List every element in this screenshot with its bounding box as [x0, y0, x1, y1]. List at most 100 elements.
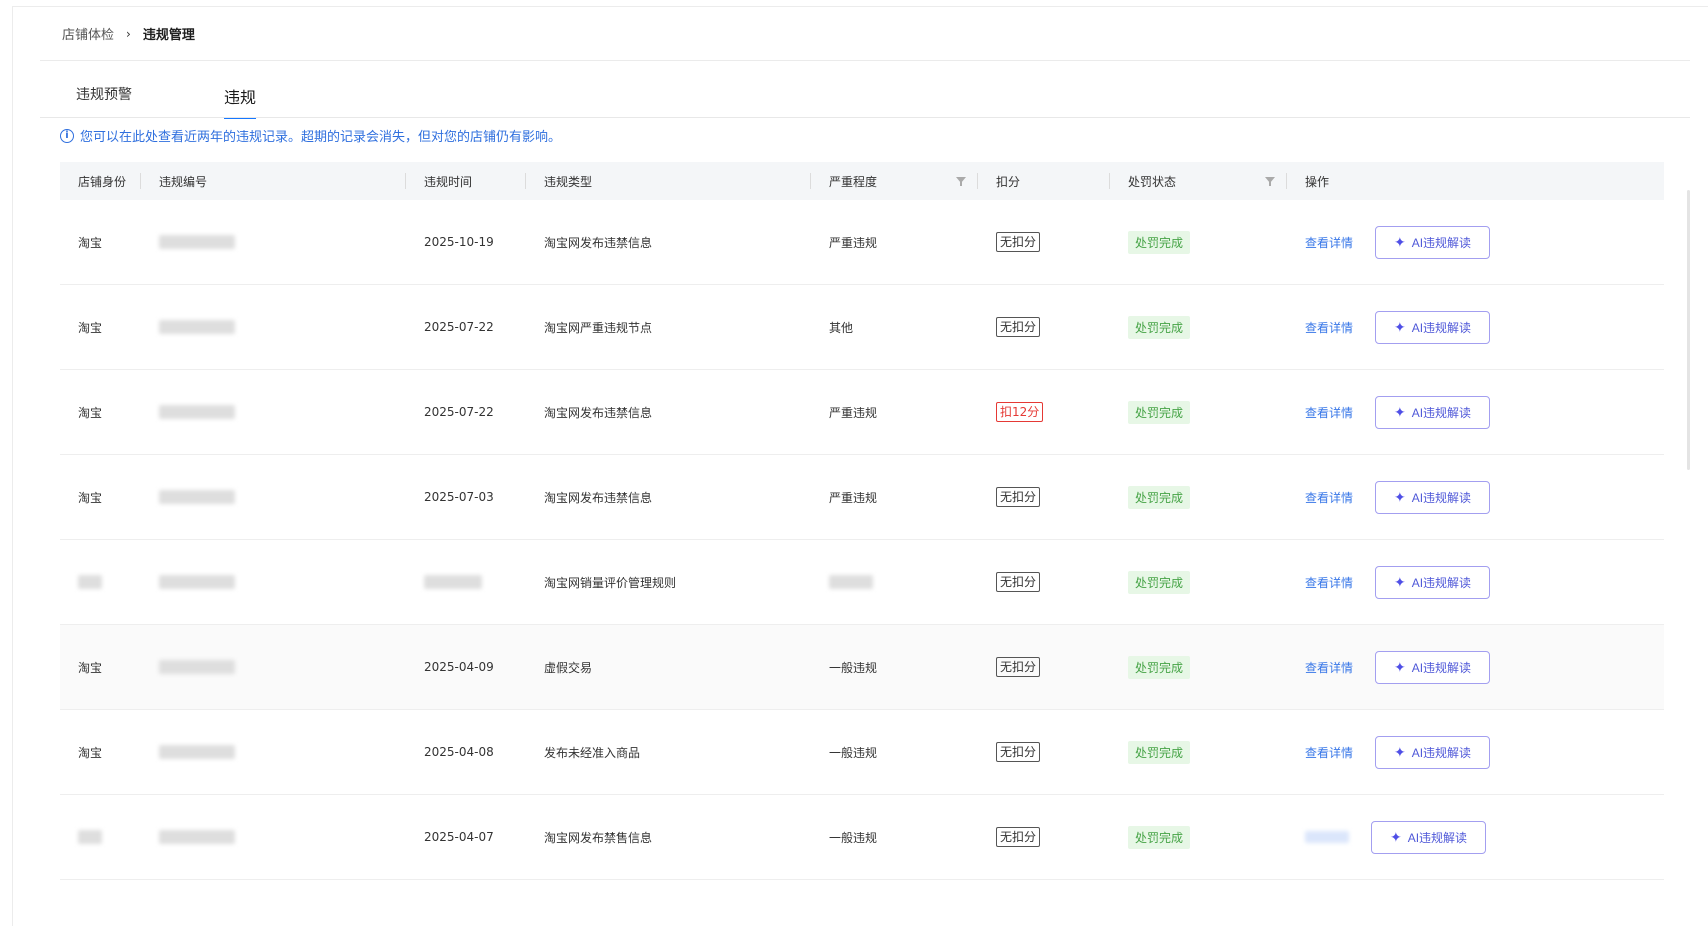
severity-text: 一般违规 [829, 745, 878, 760]
deduct-badge: 无扣分 [996, 657, 1041, 677]
filter-icon[interactable] [1265, 177, 1275, 186]
table-row: 淘宝 2025-04-08 发布未经准入商品 一般违规 无扣分 处罚完成 查看详… [60, 710, 1664, 795]
filter-icon[interactable] [956, 177, 966, 186]
severity-text: 其他 [829, 320, 854, 335]
table-row: 淘宝 2025-04-09 虚假交易 一般违规 无扣分 处罚完成 查看详情 ✦ … [60, 625, 1664, 710]
status-badge: 处罚完成 [1128, 230, 1191, 254]
sparkle-icon: ✦ [1393, 403, 1406, 420]
violation-type: 淘宝网发布禁售信息 [544, 830, 653, 845]
column-header-deduct: 扣分 [978, 162, 1110, 200]
violation-id-redacted [159, 320, 235, 334]
severity-text: 严重违规 [829, 405, 878, 420]
ai-interpret-label: AI违规解读 [1407, 830, 1468, 845]
sparkle-icon: ✦ [1389, 828, 1402, 845]
column-header-violation-id: 违规编号 [141, 162, 406, 200]
ai-interpret-label: AI违规解读 [1411, 320, 1472, 335]
column-header-type: 违规类型 [526, 162, 811, 200]
column-header-time: 违规时间 [406, 162, 526, 200]
view-details-link[interactable]: 查看详情 [1305, 404, 1353, 421]
ai-interpret-label: AI违规解读 [1411, 745, 1472, 760]
view-details-link[interactable] [1305, 831, 1349, 843]
status-badge: 处罚完成 [1128, 400, 1191, 424]
violation-id-redacted [159, 405, 235, 419]
severity-text: 严重违规 [829, 490, 878, 505]
violation-id-redacted [159, 235, 235, 249]
breadcrumb-current: 违规管理 [142, 28, 195, 43]
sparkle-icon: ✦ [1393, 488, 1406, 505]
table-body: 淘宝 2025-10-19 淘宝网发布违禁信息 严重违规 无扣分 处罚完成 查看… [60, 200, 1664, 880]
table-row: 淘宝 2025-10-19 淘宝网发布违禁信息 严重违规 无扣分 处罚完成 查看… [60, 200, 1664, 285]
deduct-badge: 无扣分 [996, 232, 1041, 252]
column-header-status: 处罚状态 [1110, 162, 1287, 200]
shop-identity-redacted [78, 830, 102, 844]
ai-interpret-button[interactable]: ✦ AI违规解读 [1375, 735, 1491, 769]
top-divider [12, 6, 1708, 7]
sparkle-icon: ✦ [1393, 743, 1406, 760]
violation-date: 2025-10-19 [424, 235, 494, 249]
column-header-shop: 店铺身份 [60, 162, 141, 200]
violations-table: 店铺身份 违规编号 违规时间 违规类型 严重程度 扣分 处罚状态 操作 淘宝 2… [60, 162, 1664, 880]
sparkle-icon: ✦ [1393, 318, 1406, 335]
violation-id-redacted [159, 745, 235, 759]
deduct-badge: 无扣分 [996, 742, 1041, 762]
shop-identity: 淘宝 [78, 235, 103, 250]
violation-date: 2025-07-22 [424, 405, 494, 419]
ai-interpret-button[interactable]: ✦ AI违规解读 [1375, 480, 1491, 514]
violation-type: 淘宝网发布违禁信息 [544, 405, 653, 420]
deduct-badge: 无扣分 [996, 827, 1041, 847]
ai-interpret-button[interactable]: ✦ AI违规解读 [1371, 820, 1486, 854]
shop-identity: 淘宝 [78, 745, 103, 760]
ai-interpret-button[interactable]: ✦ AI违规解读 [1375, 565, 1491, 599]
violation-date: 2025-04-09 [424, 660, 494, 674]
deduct-badge: 无扣分 [996, 572, 1041, 592]
deduct-badge: 无扣分 [996, 487, 1041, 507]
ai-interpret-label: AI违规解读 [1411, 405, 1472, 420]
violation-date: 2025-07-03 [424, 490, 494, 504]
table-row: 淘宝 2025-07-22 淘宝网严重违规节点 其他 无扣分 处罚完成 查看详情… [60, 285, 1664, 370]
shop-identity: 淘宝 [78, 405, 103, 420]
breadcrumb-parent-link[interactable]: 店铺体检 [62, 24, 114, 43]
ai-interpret-button[interactable]: ✦ AI违规解读 [1375, 650, 1491, 684]
violation-type: 虚假交易 [544, 660, 593, 675]
tab-violations[interactable]: 违规 [224, 84, 257, 119]
table-row: 淘宝 2025-07-03 淘宝网发布违禁信息 严重违规 无扣分 处罚完成 查看… [60, 455, 1664, 540]
breadcrumb-separator-icon: › [126, 26, 131, 41]
violation-type: 淘宝网发布违禁信息 [544, 235, 653, 250]
ai-interpret-button[interactable]: ✦ AI违规解读 [1375, 310, 1491, 344]
scrollbar[interactable] [1687, 190, 1690, 470]
breadcrumb: 店铺体检 › 违规管理 [62, 24, 195, 44]
view-details-link[interactable]: 查看详情 [1305, 659, 1353, 676]
view-details-link[interactable]: 查看详情 [1305, 319, 1353, 336]
shop-identity: 淘宝 [78, 660, 103, 675]
table-row: 淘宝网销量评价管理规则 无扣分 处罚完成 查看详情 ✦ AI违规解读 [60, 540, 1664, 625]
status-badge: 处罚完成 [1128, 315, 1191, 339]
shop-identity: 淘宝 [78, 490, 103, 505]
violation-date: 2025-04-08 [424, 745, 494, 759]
shop-identity: 淘宝 [78, 320, 103, 335]
table-row: 2025-04-07 淘宝网发布禁售信息 一般违规 无扣分 处罚完成 ✦ AI违… [60, 795, 1664, 880]
tab-violation-warning[interactable]: 违规预警 [76, 84, 224, 119]
violation-id-redacted [159, 575, 235, 589]
severity-text: 严重违规 [829, 235, 878, 250]
tab-bar: 违规预警 违规 [76, 84, 257, 119]
violation-type: 淘宝网销量评价管理规则 [544, 575, 677, 590]
notice-banner: i 您可以在此处查看近两年的违规记录。超期的记录会消失，但对您的店铺仍有影响。 [60, 126, 561, 145]
header-divider [40, 60, 1690, 61]
view-details-link[interactable]: 查看详情 [1305, 744, 1353, 761]
table-row: 淘宝 2025-07-22 淘宝网发布违禁信息 严重违规 扣12分 处罚完成 查… [60, 370, 1664, 455]
column-header-actions: 操作 [1305, 174, 1330, 189]
ai-interpret-button[interactable]: ✦ AI违规解读 [1375, 225, 1491, 259]
view-details-link[interactable]: 查看详情 [1305, 234, 1353, 251]
ai-interpret-label: AI违规解读 [1411, 575, 1472, 590]
info-icon: i [60, 128, 74, 143]
violation-id-redacted [159, 490, 235, 504]
ai-interpret-button[interactable]: ✦ AI违规解读 [1375, 395, 1491, 429]
deduct-badge: 扣12分 [996, 402, 1044, 422]
status-badge: 处罚完成 [1128, 570, 1191, 594]
violation-type: 淘宝网发布违禁信息 [544, 490, 653, 505]
view-details-link[interactable]: 查看详情 [1305, 489, 1353, 506]
violation-id-redacted [159, 830, 235, 844]
status-badge: 处罚完成 [1128, 485, 1191, 509]
sparkle-icon: ✦ [1393, 233, 1406, 250]
view-details-link[interactable]: 查看详情 [1305, 574, 1353, 591]
